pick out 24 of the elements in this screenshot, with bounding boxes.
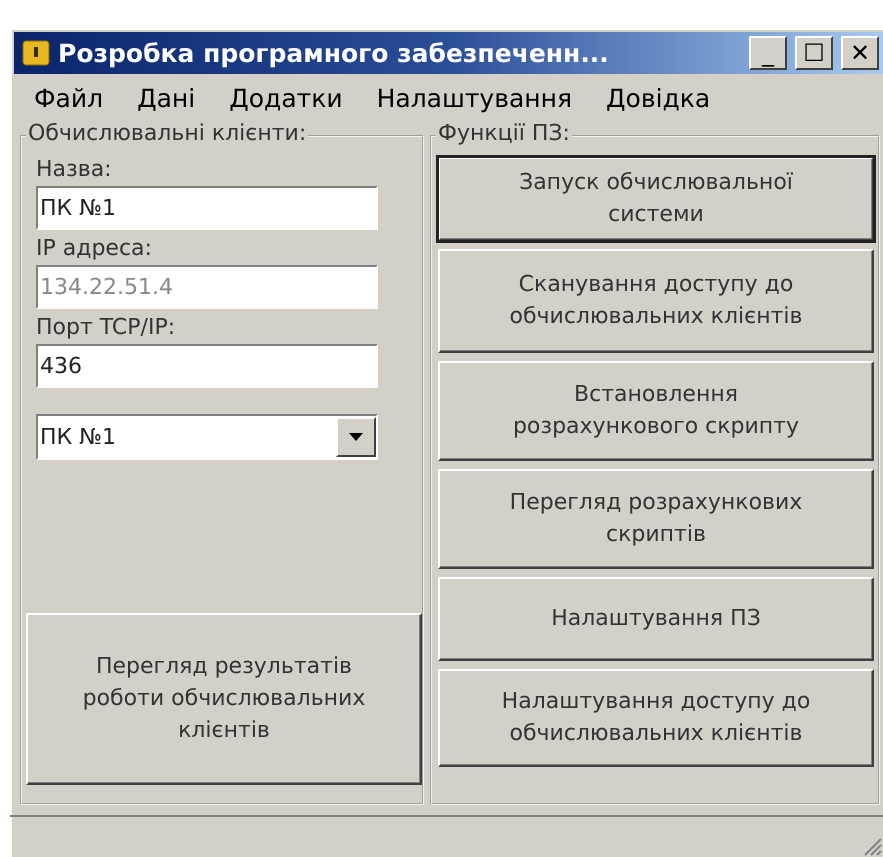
menu-item[interactable]: Налаштування [376,84,572,113]
menu-item[interactable]: Файл [34,84,104,113]
maximize-button[interactable]: ☐ [795,36,833,70]
function-button[interactable]: Сканування доступу до обчислювальних клієнтів [438,249,874,353]
field-label: Порт TCP/IP: [36,315,176,340]
window-title: Розробка програмного забезпеченн... [58,38,610,68]
field-label: Назва: [36,157,112,182]
function-button[interactable]: Налаштування ПЗ [438,577,874,661]
dropdown-field[interactable]: ПК №1 [36,414,378,460]
lock-icon [22,40,50,66]
field-label: IP адреса: [36,236,152,261]
view-results-button[interactable]: Перегляд результатів роботи обчислювальних клієнтів [26,613,422,785]
group-title: Функції ПЗ: [436,121,572,146]
text-field[interactable]: 436 [36,344,378,388]
function-button[interactable]: Запуск обчислювальної системи [438,157,874,241]
menu-item[interactable]: Довідка [606,84,710,113]
text-field[interactable]: ПК №1 [36,186,378,230]
close-button[interactable]: ✕ [841,36,879,70]
menu-item[interactable]: Дані [137,84,196,113]
menu-item[interactable]: Додатки [229,84,343,113]
minimize-button[interactable]: _ [749,36,787,70]
function-button[interactable]: Налаштування доступу до обчислювальних клієнтів [438,669,874,767]
function-button[interactable]: Перегляд розрахункових скриптів [438,469,874,569]
function-button[interactable]: Встановлення розрахункового скрипту [438,361,874,461]
